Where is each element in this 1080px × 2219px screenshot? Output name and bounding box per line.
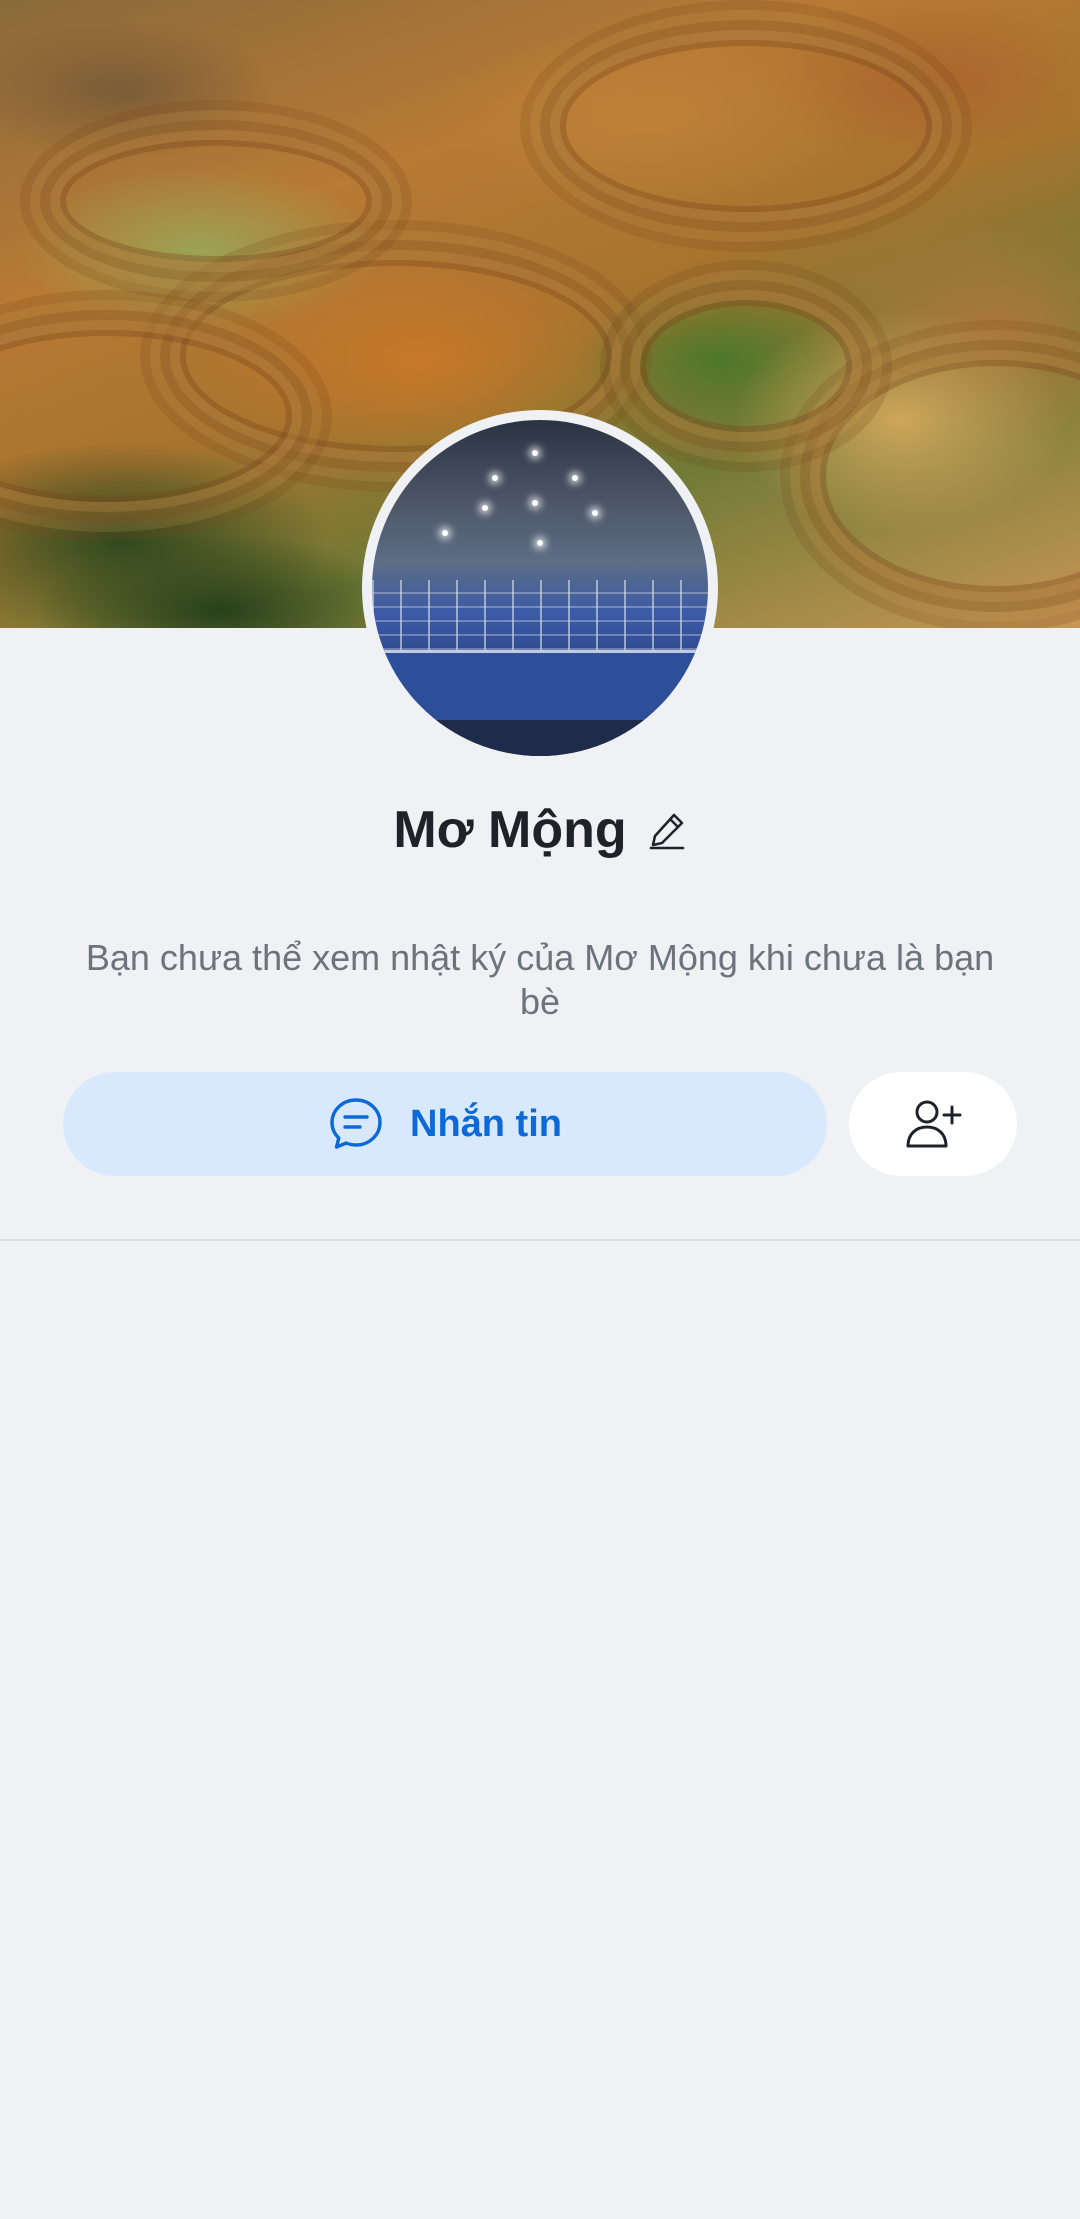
message-button[interactable]: Nhắn tin	[63, 1072, 827, 1176]
avatar-floor-decoration	[372, 720, 708, 756]
cover-terrace-decoration	[60, 140, 372, 262]
diary-locked-notice: Bạn chưa thể xem nhật ký của Mơ Mộng khi…	[85, 937, 995, 1022]
avatar-light-decoration	[532, 500, 538, 506]
avatar-light-decoration	[592, 510, 598, 516]
avatar-light-decoration	[572, 475, 578, 481]
add-friend-button[interactable]	[849, 1072, 1017, 1176]
chat-bubble-icon	[328, 1096, 384, 1152]
message-button-label: Nhắn tin	[410, 1102, 562, 1145]
profile-name: Mơ Mộng	[393, 801, 627, 859]
avatar[interactable]	[362, 410, 718, 766]
avatar-light-decoration	[482, 505, 488, 511]
pencil-icon[interactable]	[647, 810, 687, 850]
avatar-photo	[372, 420, 708, 756]
cover-terrace-decoration	[640, 300, 852, 432]
avatar-light-decoration	[442, 530, 448, 536]
avatar-fence-decoration	[372, 580, 708, 650]
cover-terrace-decoration	[560, 40, 932, 212]
user-plus-icon	[903, 1094, 963, 1154]
cover-terrace-decoration	[820, 360, 1080, 592]
avatar-light-decoration	[537, 540, 543, 546]
avatar-light-decoration	[532, 450, 538, 456]
profile-name-row: Mơ Mộng	[0, 800, 1080, 860]
avatar-light-decoration	[492, 475, 498, 481]
section-divider	[0, 1239, 1080, 1241]
